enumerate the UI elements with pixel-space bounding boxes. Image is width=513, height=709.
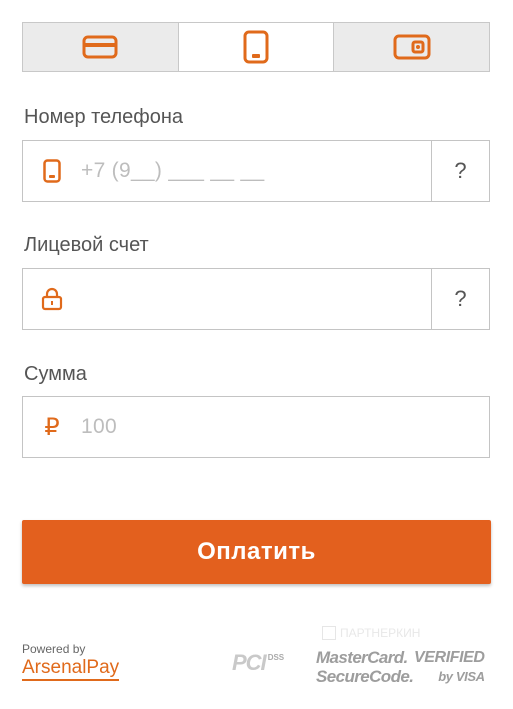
amount-input[interactable]: 100 — [81, 415, 489, 439]
phone-help-button[interactable]: ? — [431, 141, 489, 201]
phone-field-icon-wrap — [23, 159, 81, 183]
pci-dss-logo: PCI DSS — [232, 650, 284, 676]
pci-text: PCI — [232, 650, 267, 675]
phone-label: Номер телефона — [24, 106, 184, 128]
dss-text: DSS — [267, 653, 285, 662]
amount-field-icon-wrap: ₽ — [23, 413, 81, 441]
phone-icon — [43, 159, 61, 183]
credit-card-icon — [82, 35, 118, 59]
tab-wallet[interactable] — [334, 23, 489, 71]
wallet-icon — [393, 34, 431, 60]
account-label: Лицевой счет — [24, 234, 149, 256]
tab-phone[interactable] — [178, 23, 335, 71]
account-field[interactable]: ? — [22, 268, 490, 330]
mastercard-securecode-logo: MasterCard. SecureCode. — [316, 648, 414, 686]
watermark-text: ПАРТНЕРКИН — [340, 626, 421, 640]
payment-method-tabs — [22, 22, 490, 72]
phone-field[interactable]: +7 (9__) ___ __ __ ? — [22, 140, 490, 202]
phone-icon — [243, 30, 269, 64]
watermark-logo-icon — [322, 626, 336, 640]
watermark: ПАРТНЕРКИН — [322, 626, 420, 640]
powered-by-label: Powered by — [22, 642, 86, 656]
amount-label: Сумма — [24, 363, 87, 385]
visa-line1: VERIFIED — [414, 649, 485, 666]
mastercard-line2: SecureCode. — [316, 667, 414, 686]
account-help-button[interactable]: ? — [431, 269, 489, 329]
lock-icon — [41, 287, 63, 311]
amount-field[interactable]: ₽ 100 — [22, 396, 490, 458]
arsenalpay-logo[interactable]: ArsenalPay — [22, 657, 120, 681]
phone-input[interactable]: +7 (9__) ___ __ __ — [81, 159, 431, 183]
tab-card[interactable] — [23, 23, 179, 71]
verified-by-visa-logo: VERIFIED by VISA — [414, 648, 485, 686]
visa-line2: by VISA — [438, 669, 485, 684]
ruble-icon: ₽ — [44, 413, 60, 441]
pay-button[interactable]: Оплатить — [22, 520, 491, 584]
account-field-icon-wrap — [23, 287, 81, 311]
mastercard-line1: MasterCard. — [316, 648, 408, 667]
